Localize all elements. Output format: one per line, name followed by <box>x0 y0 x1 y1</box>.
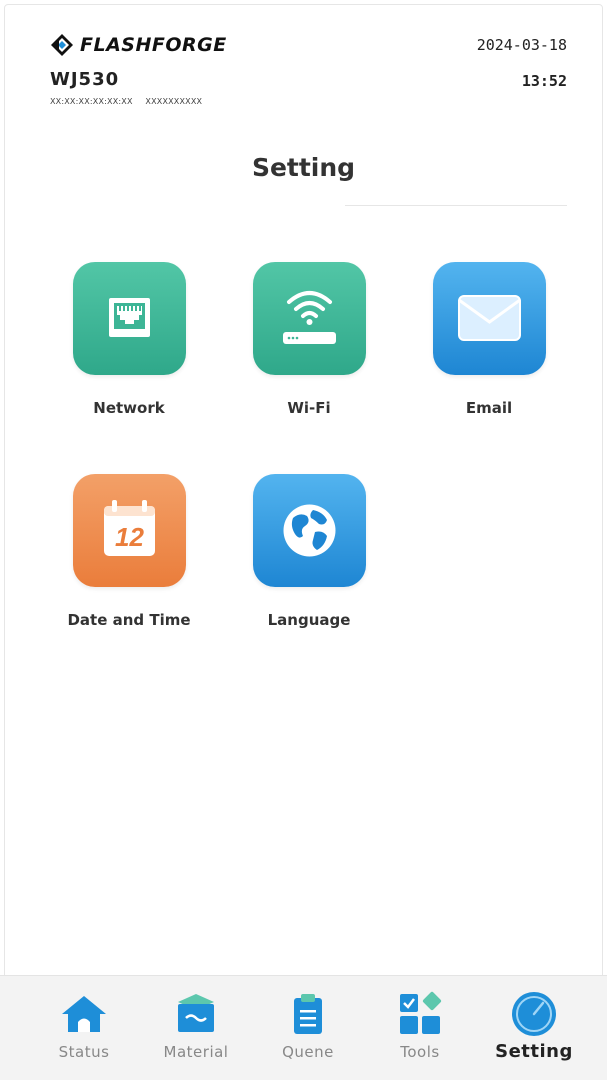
calendar-icon: 12 <box>103 500 155 556</box>
device-ids: XX:XX:XX:XX:XX:XX XXXXXXXXXX <box>50 97 212 106</box>
setting-label-network: Network <box>93 399 165 417</box>
setting-tile-network[interactable]: Network <box>49 262 209 417</box>
screen: FLASHFORGE WJ530 XX:XX:XX:XX:XX:XX XXXXX… <box>0 0 607 1080</box>
setting-tile-language[interactable]: Language <box>229 474 389 629</box>
tools-grid-icon <box>400 991 442 1034</box>
flashforge-logo-icon <box>51 34 73 56</box>
nav-item-setting[interactable]: Setting <box>484 976 584 1080</box>
current-time: 13:52 <box>521 72 567 90</box>
setting-label-email: Email <box>465 399 513 417</box>
envelope-icon <box>457 295 521 341</box>
calendar-day: 12 <box>115 522 144 552</box>
gauge-icon <box>512 992 556 1036</box>
nav-item-tools[interactable]: Tools <box>370 976 470 1080</box>
nav-label-status: Status <box>58 1043 110 1061</box>
brand-name: FLASHFORGE <box>80 34 227 56</box>
setting-label-wifi: Wi-Fi <box>287 399 331 417</box>
brand-logo: FLASHFORGE <box>50 33 227 57</box>
setting-label-language: Language <box>267 611 351 629</box>
nav-label-material: Material <box>163 1043 229 1061</box>
wifi-router-icon <box>282 291 336 344</box>
language-button[interactable] <box>252 474 366 587</box>
home-icon <box>62 996 106 1032</box>
header: FLASHFORGE WJ530 XX:XX:XX:XX:XX:XX XXXXX… <box>0 0 607 120</box>
setting-tile-date-time[interactable]: 12 Date and Time <box>49 474 209 629</box>
nav-item-material[interactable]: Material <box>146 976 246 1080</box>
setting-tile-wifi[interactable]: Wi-Fi <box>229 262 389 417</box>
setting-label-date-time: Date and Time <box>67 611 191 629</box>
globe-icon <box>283 504 335 557</box>
page-title: Setting <box>251 153 356 182</box>
network-button[interactable] <box>72 262 186 375</box>
nav-label-setting: Setting <box>495 1041 573 1062</box>
nav-item-status[interactable]: Status <box>34 976 134 1080</box>
device-mac: XX:XX:XX:XX:XX:XX <box>50 97 133 106</box>
ethernet-icon <box>108 298 150 337</box>
material-icon <box>178 994 214 1032</box>
email-button[interactable] <box>432 262 546 375</box>
title-divider <box>345 205 567 206</box>
device-serial: XXXXXXXXXX <box>145 97 203 106</box>
date-time-button[interactable]: 12 <box>72 474 186 587</box>
clipboard-icon <box>294 994 322 1034</box>
nav-label-tools: Tools <box>400 1043 440 1061</box>
bottom-nav: Status Material Quene Tools Setting <box>0 975 607 1080</box>
nav-label-quene: Quene <box>282 1043 334 1061</box>
current-date: 2024-03-18 <box>476 36 567 54</box>
device-name: WJ530 <box>50 69 120 90</box>
wifi-button[interactable] <box>252 262 366 375</box>
setting-tile-email[interactable]: Email <box>409 262 569 417</box>
nav-item-quene[interactable]: Quene <box>258 976 358 1080</box>
